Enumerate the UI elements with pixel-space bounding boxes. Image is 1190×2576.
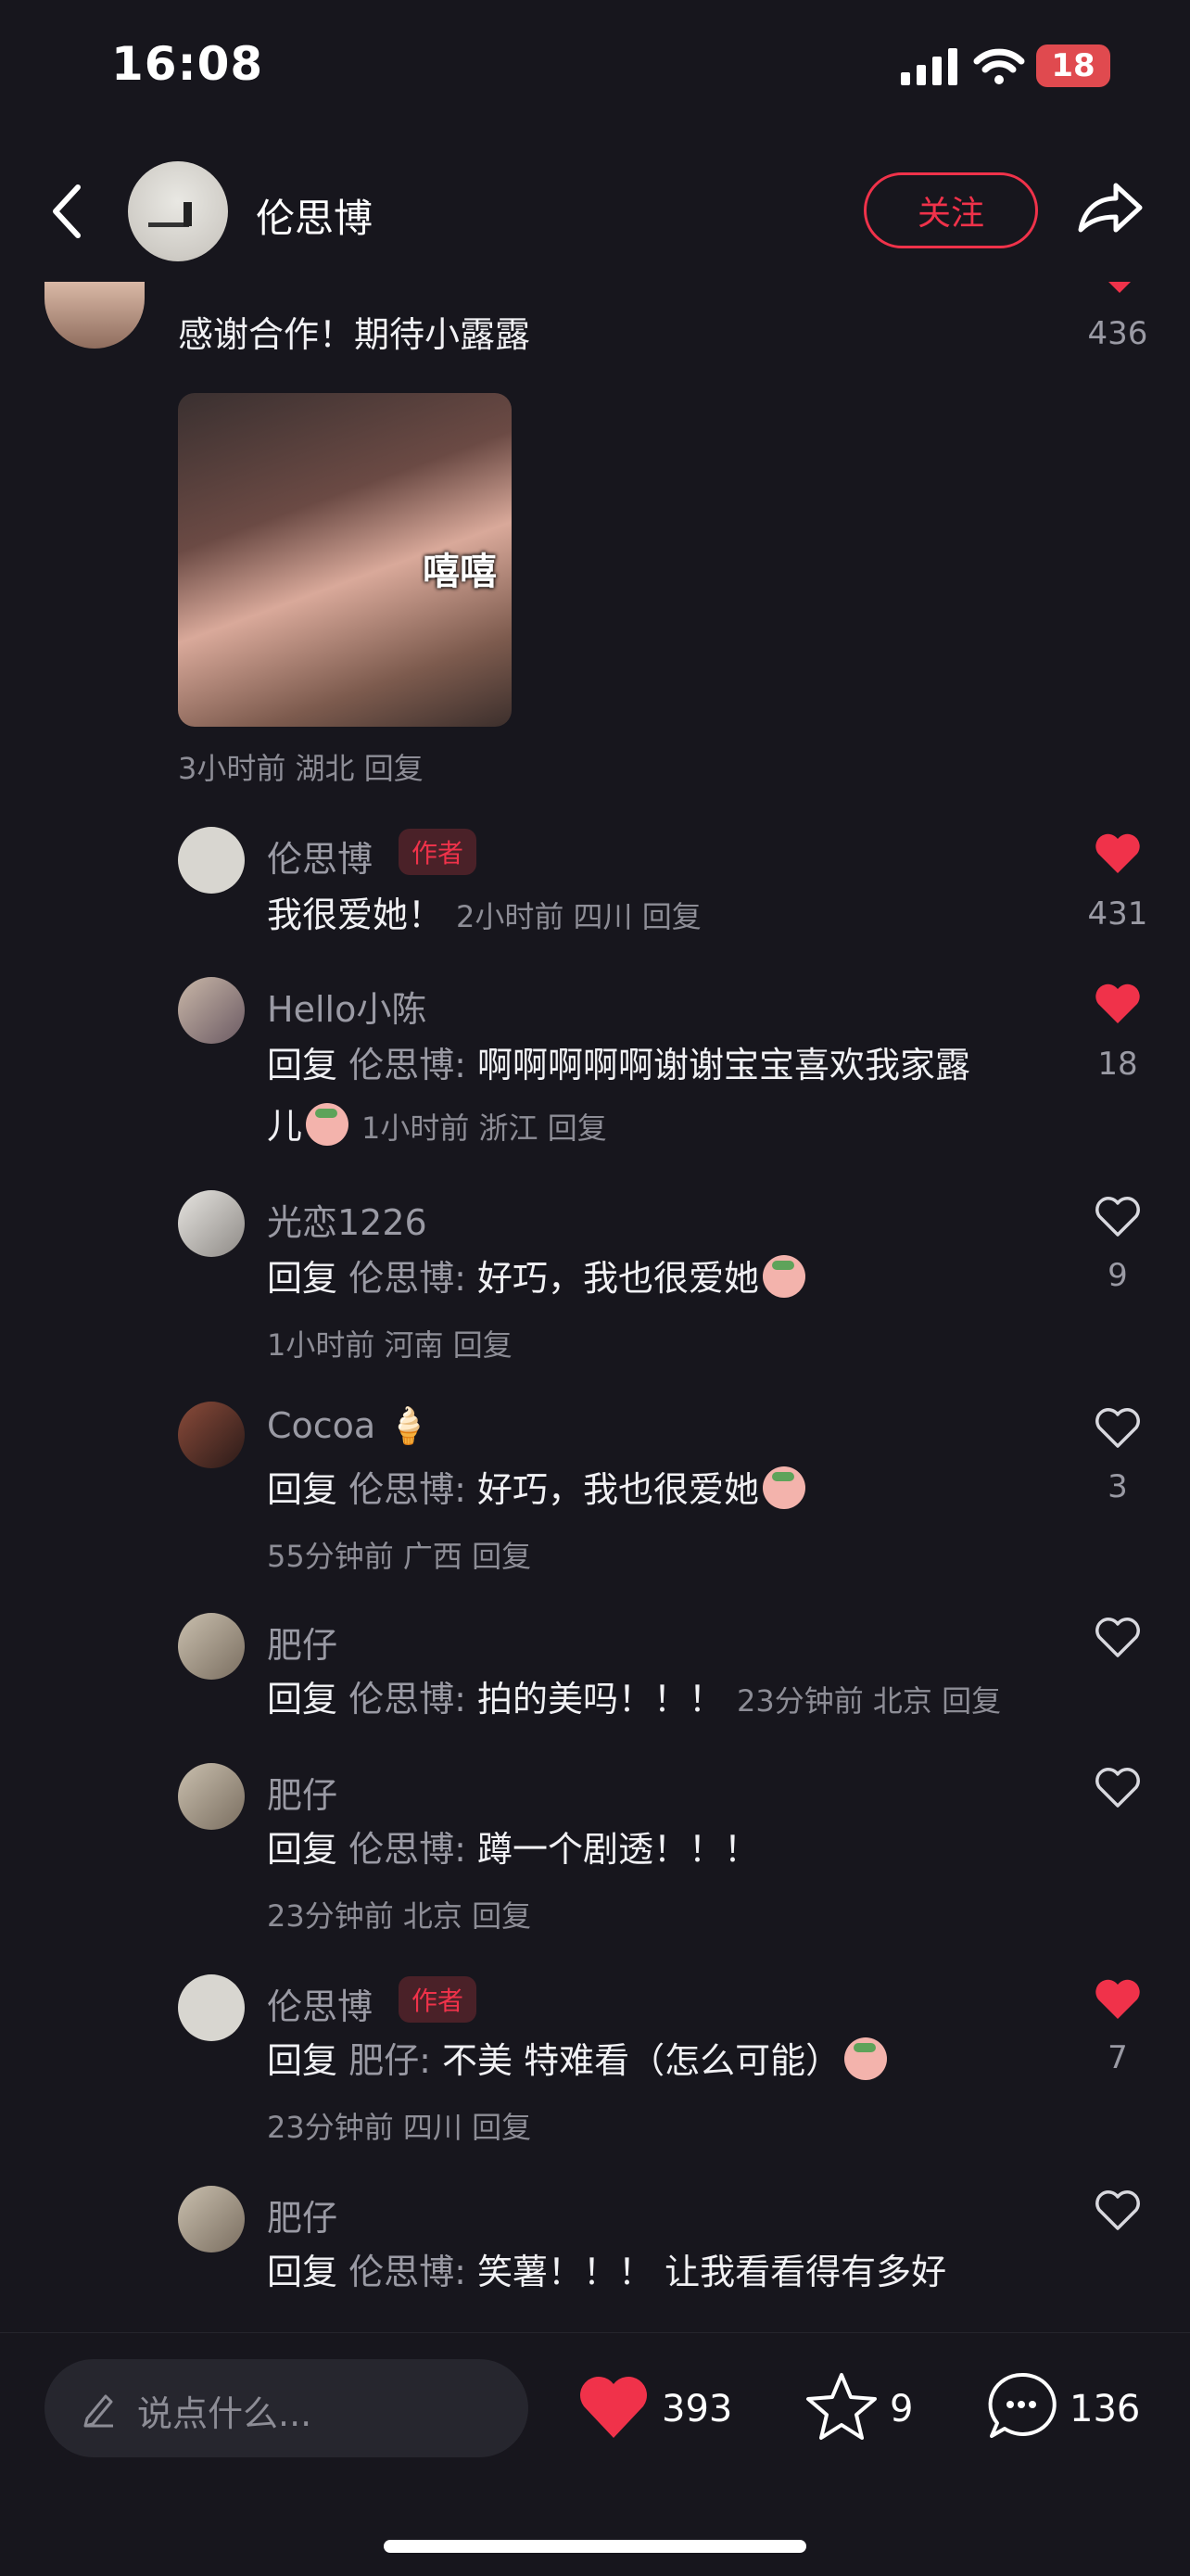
wifi-icon xyxy=(973,48,1025,84)
like-count: 3 xyxy=(1108,1468,1128,1505)
total-likes: 393 xyxy=(662,2388,733,2430)
reply-text: 回复 伦思博: 笑薯！！！ 让我看看得有多好 xyxy=(267,2252,947,2292)
reply-meta[interactable]: 23分钟前 北京 回复 xyxy=(267,1893,531,1935)
back-icon[interactable] xyxy=(48,182,85,241)
author-avatar[interactable] xyxy=(128,161,228,261)
reply-avatar[interactable] xyxy=(178,1974,245,2041)
heart-filled-icon[interactable] xyxy=(576,2373,651,2440)
reply-meta[interactable]: 2小时前 四川 回复 xyxy=(456,899,702,934)
reply-username[interactable]: 伦思博 xyxy=(267,1978,373,2029)
like-count: 431 xyxy=(1087,895,1148,933)
like-count: 9 xyxy=(1108,1257,1128,1294)
emoji-peach-icon xyxy=(306,1103,349,1146)
reply-avatar[interactable] xyxy=(178,1402,245,1468)
ice-cream-icon: 🍦 xyxy=(386,1405,431,1446)
comment-input-placeholder: 说点什么... xyxy=(137,2393,312,2434)
author-tag: 作者 xyxy=(399,1976,477,2023)
reply-text: 回复 伦思博: 啊啊啊啊啊谢谢宝宝喜欢我家露 xyxy=(267,1045,971,1085)
heart-outline-icon[interactable] xyxy=(1094,2189,1142,2232)
reply-meta[interactable]: 1小时前 浙江 回复 xyxy=(361,1110,607,1146)
reply-avatar[interactable] xyxy=(178,2186,245,2252)
reply-avatar[interactable] xyxy=(178,977,245,1044)
sticker-image[interactable]: 嘻嘻 xyxy=(178,393,512,727)
reply-username[interactable]: 肥仔 xyxy=(267,1617,337,1668)
reply-text: 回复 伦思博: 好巧，我也很爱她 xyxy=(267,1248,806,1309)
comment-meta[interactable]: 3小时前 湖北 回复 xyxy=(178,745,424,788)
sticker-caption: 嘻嘻 xyxy=(423,551,497,593)
like-count: 7 xyxy=(1108,2039,1128,2076)
emoji-peach-icon xyxy=(763,1255,806,1298)
avatar-figure-icon xyxy=(148,202,192,227)
commenter-avatar[interactable] xyxy=(44,282,145,349)
reply-text: 回复 伦思博: 拍的美吗！！！ 23分钟前 北京 回复 xyxy=(267,1679,1002,1719)
like-count: 436 xyxy=(1087,315,1148,352)
reply-meta[interactable]: 23分钟前 四川 回复 xyxy=(267,2104,531,2147)
reply-text: 回复 肥仔: 不美 特难看（怎么可能） xyxy=(267,2030,888,2091)
reply-username[interactable]: 光恋1226 xyxy=(267,1194,427,1245)
reply-username[interactable]: 肥仔 xyxy=(267,1767,337,1818)
comment-text: 感谢合作！期待小露露 xyxy=(178,314,531,355)
reply-text: 回复 伦思博: 蹲一个剧透！！！ xyxy=(267,1829,760,1870)
battery-indicator: 18 xyxy=(1036,44,1110,87)
total-favorites: 9 xyxy=(890,2388,914,2430)
share-icon[interactable] xyxy=(1075,178,1146,237)
reply-avatar[interactable] xyxy=(178,1190,245,1257)
status-time: 16:08 xyxy=(111,37,264,91)
reply-text: 我很爱她！ 2小时前 四川 回复 xyxy=(267,895,702,935)
emoji-peach-icon xyxy=(763,1466,806,1509)
home-indicator xyxy=(384,2540,806,2553)
reply-username[interactable]: Cocoa 🍦 xyxy=(267,1405,431,1447)
comment-bubble-icon[interactable] xyxy=(984,2369,1058,2443)
heart-outline-icon[interactable] xyxy=(1094,1407,1142,1450)
heart-outline-icon[interactable] xyxy=(1094,1617,1142,1659)
heart-outline-icon[interactable] xyxy=(1094,1767,1142,1809)
reply-meta[interactable]: 23分钟前 北京 回复 xyxy=(737,1683,1001,1719)
heart-filled-icon[interactable] xyxy=(1094,832,1142,875)
heart-filled-icon[interactable] xyxy=(1094,983,1142,1025)
like-count: 18 xyxy=(1097,1046,1138,1083)
star-outline-icon[interactable] xyxy=(804,2371,879,2442)
follow-button[interactable]: 关注 xyxy=(864,172,1038,248)
reply-avatar[interactable] xyxy=(178,1763,245,1830)
reply-username[interactable]: 肥仔 xyxy=(267,2189,337,2240)
reply-meta[interactable]: 55分钟前 广西 回复 xyxy=(267,1533,531,1576)
total-comments: 136 xyxy=(1070,2388,1141,2430)
reply-avatar[interactable] xyxy=(178,1613,245,1680)
reply-text: 回复 伦思博: 好巧，我也很爱她 xyxy=(267,1459,806,1520)
signal-icon xyxy=(901,48,957,85)
comment-input[interactable]: 说点什么... xyxy=(44,2359,528,2457)
emoji-peach-icon xyxy=(844,2037,888,2080)
heart-filled-icon[interactable] xyxy=(1108,282,1131,295)
reply-meta[interactable]: 1小时前 河南 回复 xyxy=(267,1322,513,1364)
reply-username[interactable]: Hello小陈 xyxy=(267,981,426,1032)
heart-filled-icon[interactable] xyxy=(1094,1978,1142,2021)
heart-outline-icon[interactable] xyxy=(1094,1196,1142,1238)
reply-text-line2: 儿 1小时前 浙江 回复 xyxy=(267,1096,607,1159)
pencil-icon xyxy=(83,2394,113,2428)
reply-avatar[interactable] xyxy=(178,827,245,894)
reply-username[interactable]: 伦思博 xyxy=(267,831,373,882)
author-tag: 作者 xyxy=(399,829,477,875)
author-name[interactable]: 伦思博 xyxy=(256,187,373,244)
